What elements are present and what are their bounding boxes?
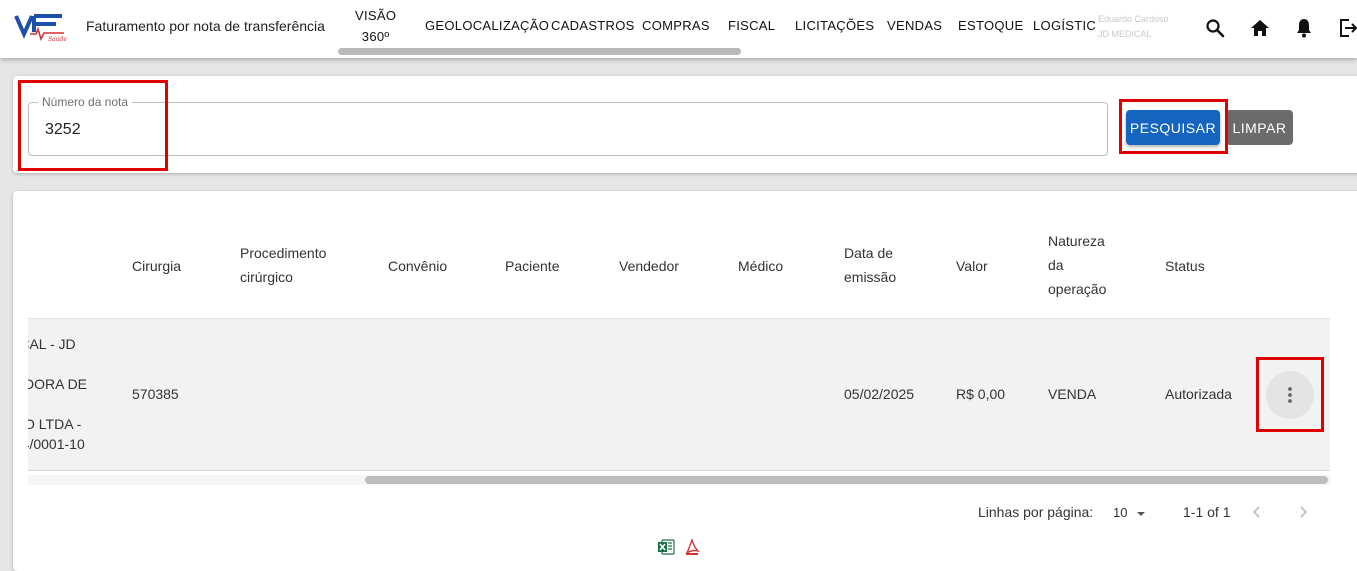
more-vert-icon	[1288, 387, 1292, 403]
table-scroll-thumb[interactable]	[365, 476, 1328, 484]
nav-item-geolocalizacao[interactable]: GEOLOCALIZAÇÃO	[425, 15, 549, 36]
header-vendedor[interactable]: Vendedor	[619, 254, 679, 278]
cell-cliente-line: ICO LTDA -	[28, 416, 82, 432]
cell-cliente-line: .	[28, 354, 118, 374]
cell-natureza: VENDA	[1048, 386, 1097, 402]
pagination-range: 1-1 of 1	[1183, 504, 1231, 520]
search-icon[interactable]	[1203, 16, 1227, 40]
header-natureza-line3: operação	[1048, 281, 1107, 297]
user-info: Eduardo Cardoso JD MEDICAL	[1098, 12, 1198, 48]
nav-item-licitacoes[interactable]: LICITAÇÕES	[795, 15, 874, 36]
rows-per-page-value: 10	[1113, 505, 1128, 520]
header-paciente[interactable]: Paciente	[505, 254, 559, 278]
nav-item-label: VISÃO	[355, 8, 397, 23]
cell-cirurgia: 570385	[132, 386, 179, 402]
nav-item-estoque[interactable]: ESTOQUE	[958, 15, 1023, 36]
chevron-right-icon	[1300, 506, 1308, 518]
excel-export-icon[interactable]	[657, 538, 675, 556]
user-company: JD MEDICAL	[1098, 29, 1152, 39]
rows-per-page-select[interactable]: 10	[1113, 504, 1153, 524]
prev-page-button[interactable]	[1245, 500, 1269, 524]
nav-item-compras[interactable]: COMPRAS	[642, 15, 710, 36]
cell-cliente-line: SCAL - JD	[28, 336, 76, 352]
bell-icon[interactable]	[1292, 16, 1316, 40]
header-data-line2: emissão	[844, 269, 897, 285]
header-medico[interactable]: Médico	[738, 254, 783, 278]
header-status[interactable]: Status	[1165, 254, 1205, 278]
nota-number-field[interactable]: Número da nota	[28, 95, 1108, 156]
arrow-drop-down-icon	[1137, 512, 1145, 516]
cell-status: Autorizada	[1165, 386, 1232, 402]
header-procedimento-line2: cirúrgico	[240, 269, 293, 285]
header-natureza-line2: da	[1048, 257, 1064, 273]
cell-cliente-line: UIDORA DE	[28, 376, 88, 392]
next-page-button[interactable]	[1291, 500, 1315, 524]
results-table: Cirurgia Procedimento cirúrgico Convênio…	[28, 191, 1330, 481]
cell-cliente-line: /44/0001-10	[28, 436, 85, 452]
nav-item-vendas[interactable]: VENDAS	[887, 15, 942, 36]
cell-cliente-line: AL	[28, 394, 118, 414]
header-procedimento-line1: Procedimento	[240, 245, 327, 261]
header-natureza-line1: Natureza	[1048, 233, 1105, 249]
cell-cliente: SCAL - JD . UIDORA DE AL ICO LTDA - /44/…	[28, 334, 118, 454]
main-nav: VISÃO 360º GEOLOCALIZAÇÃO CADASTROS COMP…	[0, 0, 1095, 58]
cell-valor: R$ 0,00	[956, 386, 1006, 402]
pdf-export-icon[interactable]	[683, 538, 701, 556]
nota-number-input[interactable]	[43, 117, 947, 143]
nota-number-label: Número da nota	[38, 95, 133, 109]
chevron-left-icon	[1252, 506, 1260, 518]
nav-item-logistica[interactable]: LOGÍSTICA	[1033, 15, 1095, 36]
nav-item-visao-360[interactable]: VISÃO 360º	[355, 5, 396, 47]
nav-item-cadastros[interactable]: CADASTROS	[551, 15, 635, 36]
header-data-line1: Data de	[844, 245, 894, 261]
nav-scrollbar[interactable]	[338, 48, 741, 55]
top-app-bar: Saúde Faturamento por nota de transferên…	[0, 0, 1357, 58]
nav-item-label-line2: 360º	[361, 29, 390, 44]
row-actions-button[interactable]	[1266, 371, 1314, 419]
header-natureza[interactable]: Natureza da operação	[1048, 229, 1106, 301]
row-divider	[28, 470, 1330, 471]
header-procedimento[interactable]: Procedimento cirúrgico	[240, 241, 326, 289]
home-icon[interactable]	[1248, 16, 1272, 40]
results-card: Cirurgia Procedimento cirúrgico Convênio…	[13, 191, 1357, 571]
clear-button[interactable]: LIMPAR	[1226, 110, 1293, 145]
cell-data-emissao: 05/02/2025	[844, 386, 915, 402]
rows-per-page-label: Linhas por página:	[978, 504, 1094, 520]
logout-icon[interactable]	[1336, 16, 1357, 40]
search-button[interactable]: PESQUISAR	[1126, 110, 1220, 145]
nav-item-fiscal[interactable]: FISCAL	[728, 15, 775, 36]
header-data-emissao[interactable]: Data de emissão	[844, 241, 896, 289]
header-valor[interactable]: Valor	[956, 254, 988, 278]
table-row[interactable]	[28, 319, 1330, 470]
search-card: Número da nota PESQUISAR LIMPAR	[13, 76, 1357, 173]
header-convenio[interactable]: Convênio	[388, 254, 447, 278]
user-name: Eduardo Cardoso	[1098, 14, 1169, 24]
header-cirurgia[interactable]: Cirurgia	[132, 254, 181, 278]
